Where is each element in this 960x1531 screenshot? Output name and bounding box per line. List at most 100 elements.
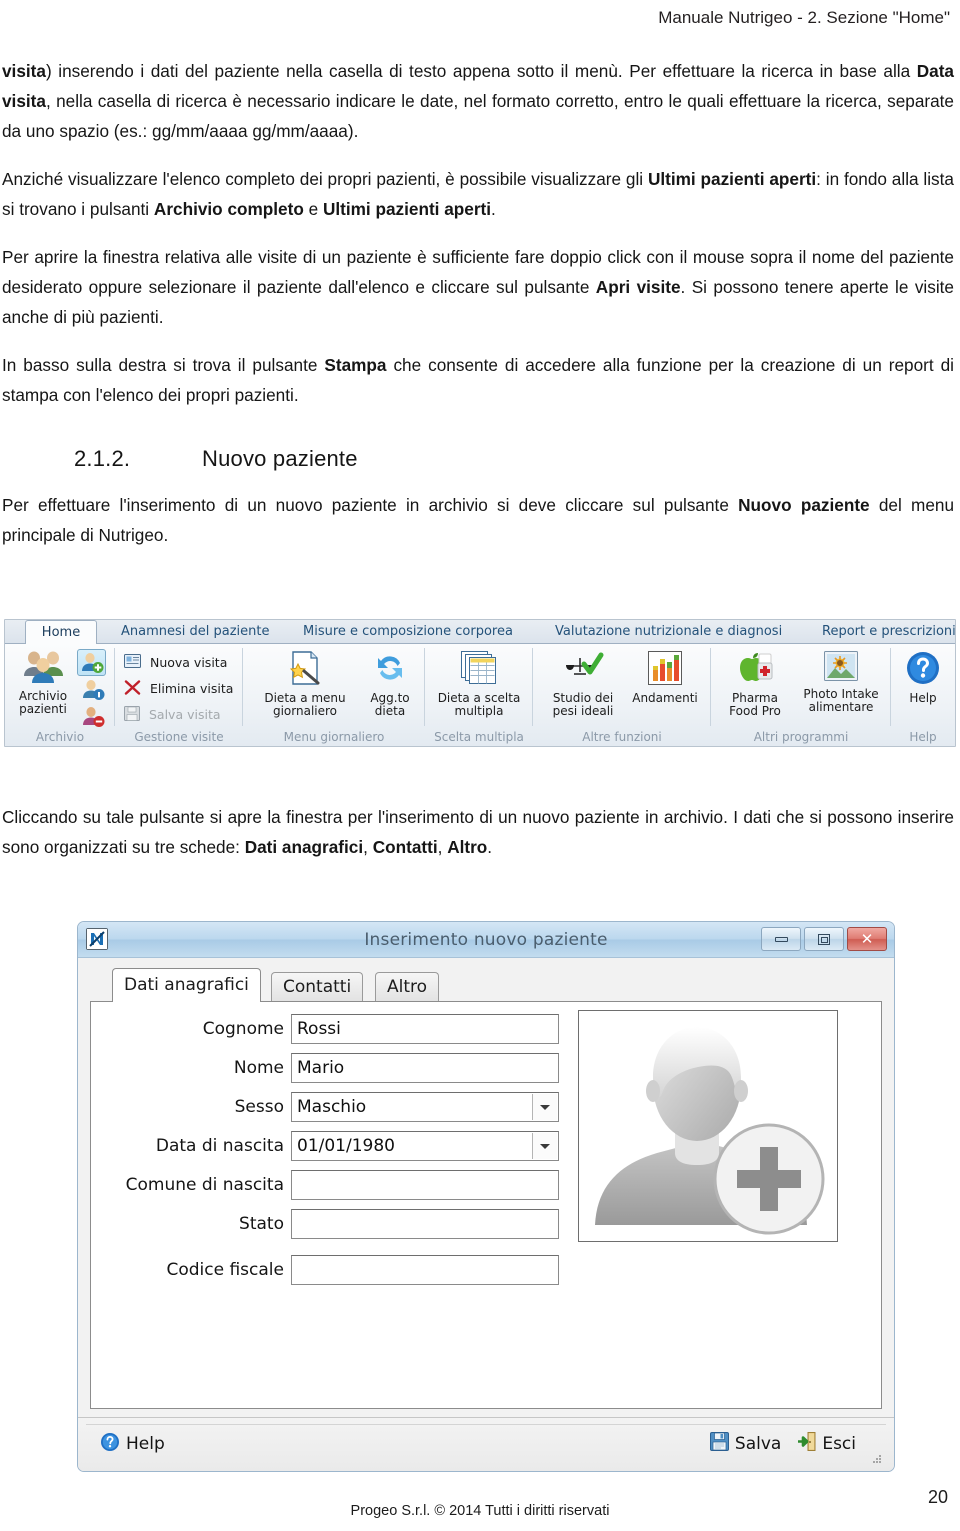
ribbon-button-andamenti[interactable]: Andamenti [627, 650, 703, 705]
section-title: Nuovo paziente [202, 446, 358, 471]
delete-person-icon [82, 706, 105, 732]
ribbon-body: Archivio pazienti Archivio Nuova visita … [5, 644, 955, 746]
ribbon-group-label-help: Help [909, 730, 937, 744]
input-comune-nascita[interactable] [291, 1170, 559, 1200]
p6-bold-contatti: Contatti [372, 837, 438, 857]
tab-contatti-label: Contatti [283, 977, 352, 997]
ribbon-button-archivio-pazienti[interactable]: Archivio pazienti [7, 650, 79, 717]
ribbon-button-pharma-food-pro[interactable]: Pharma Food Pro [719, 650, 791, 719]
people-group-icon [22, 650, 64, 688]
ribbon-group-gestione-visite: Nuova visita Elimina visita Salva visita… [115, 644, 243, 746]
page-header: Manuale Nutrigeo - 2. Sezione "Home" [0, 0, 960, 40]
ribbon-label-archivio-2: pazienti [19, 702, 67, 716]
ribbon-button-photo-intake[interactable]: Photo Intake alimentare [795, 650, 887, 715]
ribbon-tab-report[interactable]: Report e prescrizioni [810, 621, 956, 644]
ribbon-label-nuova-visita: Nuova visita [149, 654, 228, 670]
dialog-body: Dati anagrafici Contatti Altro Cognome R… [78, 958, 894, 1417]
ribbon-button-salva-visita: Salva visita [124, 706, 221, 724]
ribbon-tab-valutazione[interactable]: Valutazione nutrizionale e diagnosi [543, 621, 794, 644]
p2-bold-ultimi: Ultimi pazienti aperti [647, 169, 817, 189]
ribbon-button-dieta-menu-giornaliero[interactable]: Dieta a menu giornaliero [253, 650, 357, 719]
dialog-help-button[interactable]: Help [100, 1432, 165, 1457]
label-data-nascita: Data di nascita [155, 1136, 284, 1156]
close-button[interactable]: ✕ [847, 927, 887, 951]
ribbon-button-studio-pesi-ideali[interactable]: Studio dei pesi ideali [541, 650, 625, 719]
maximize-button[interactable] [804, 927, 844, 951]
bar-chart-icon [647, 650, 683, 690]
ribbon-button-elimina-visita[interactable]: Elimina visita [124, 680, 233, 698]
new-card-icon [124, 654, 141, 671]
dialog-exit-button[interactable]: Esci [797, 1432, 856, 1456]
p4-text-a: In basso sulla destra si trova il pulsan… [2, 355, 325, 375]
p1-bold-visita: visita [2, 61, 46, 81]
p4-bold-stampa: Stampa [324, 355, 387, 375]
add-person-icon [81, 652, 104, 678]
tab-contatti[interactable]: Contatti [271, 972, 364, 1002]
ribbon-button-modifica-paziente[interactable] [80, 679, 106, 705]
resize-grip-icon[interactable] [870, 1449, 882, 1463]
ribbon-tab-report-label: Report e prescrizioni [822, 624, 956, 639]
p5-text-a: Per effettuare l'inserimento di un nuovo… [2, 495, 739, 515]
ribbon-tab-home[interactable]: Home [25, 620, 97, 645]
datepicker-data-nascita[interactable]: 01/01/1980 [291, 1131, 559, 1161]
ribbon-group-altri-programmi: Pharma Food Pro Photo Intake alimentare [711, 644, 891, 746]
ribbon-button-help[interactable]: Help [895, 650, 951, 705]
p2-text-a: Anziché visualizzare l'elenco completo d… [2, 169, 648, 189]
ribbon-button-nuovo-paziente[interactable] [77, 649, 106, 676]
p1-text-a: ) inserendo i dati del paziente nella ca… [45, 61, 917, 81]
label-stato: Stato [239, 1214, 284, 1234]
input-nome[interactable]: Mario [291, 1053, 559, 1083]
input-cognome[interactable]: Rossi [291, 1014, 559, 1044]
input-codice-fiscale[interactable] [291, 1255, 559, 1285]
ribbon-tab-anamnesi[interactable]: Anamnesi del paziente [109, 621, 282, 644]
minimize-icon [774, 936, 788, 942]
dialog-save-label: Salva [734, 1434, 782, 1454]
ribbon-tab-strip: Home Anamnesi del paziente Misure e comp… [5, 620, 956, 645]
ribbon-group-label-archivio: Archivio [35, 730, 85, 744]
ribbon-button-dieta-scelta-multipla[interactable]: Dieta a scelta multipla [430, 650, 528, 719]
patient-photo-placeholder[interactable] [578, 1010, 838, 1242]
manual-title: Manuale Nutrigeo - 2. Sezione "Home" [658, 8, 950, 27]
dialog-save-button[interactable]: Salva [709, 1432, 782, 1456]
p2-bold-archivio: Archivio completo [153, 199, 304, 219]
ribbon-label-aggto-2: dieta [374, 704, 406, 718]
p2-bold-ultimi-2: Ultimi pazienti aperti [322, 199, 492, 219]
apple-medical-icon [736, 650, 774, 690]
p6-bold-dati-anagrafici: Dati anagrafici [244, 837, 364, 857]
tab-altro-label: Altro [387, 977, 428, 997]
chevron-down-icon[interactable] [532, 1094, 557, 1120]
ribbon-label-dieta-scelta-1: Dieta a scelta [437, 690, 521, 705]
paragraph-4: In basso sulla destra si trova il pulsan… [0, 350, 960, 410]
tab-dati-anagrafici[interactable]: Dati anagrafici [112, 968, 261, 1002]
ribbon-label-photo-2: alimentare [808, 700, 874, 714]
maximize-icon [818, 933, 830, 945]
ribbon-label-studio-pesi-1: Studio dei [552, 690, 614, 705]
ribbon-tab-home-label: Home [41, 625, 81, 640]
ribbon-button-elimina-paziente[interactable] [80, 706, 106, 732]
combo-sesso[interactable]: Maschio [291, 1092, 559, 1122]
section-heading: 2.1.2. Nuovo paziente [0, 446, 960, 472]
magic-wand-document-icon [285, 650, 325, 690]
dialog-title-bar[interactable]: Inserimento nuovo paziente ✕ [78, 922, 894, 958]
calendar-chevron-down-icon[interactable] [532, 1133, 557, 1159]
stacked-tables-icon [460, 650, 498, 690]
input-stato[interactable] [291, 1209, 559, 1239]
field-row-codice-fiscale: Codice fiscale [91, 1255, 571, 1285]
ribbon-button-nuova-visita[interactable]: Nuova visita [124, 654, 227, 671]
photo-picture-icon [823, 650, 859, 686]
tab-dati-anagrafici-label: Dati anagrafici [124, 975, 249, 995]
ribbon-group-archivio: Archivio pazienti Archivio [5, 644, 115, 746]
paragraph-3: Per aprire la finestra relativa alle vis… [0, 242, 960, 332]
tab-altro[interactable]: Altro [375, 972, 440, 1002]
ribbon-group-label-altre: Altre funzioni [582, 730, 662, 744]
minimize-button[interactable] [761, 927, 801, 951]
p6-bold-altro: Altro [447, 837, 488, 857]
label-nome: Nome [233, 1058, 284, 1078]
dialog-inserimento-nuovo-paziente: Inserimento nuovo paziente ✕ Dati anagra… [77, 921, 895, 1472]
paragraph-5: Per effettuare l'inserimento di un nuovo… [0, 490, 960, 550]
ribbon-button-aggto-dieta[interactable]: Agg.to dieta [361, 650, 419, 719]
datepicker-value: 01/01/1980 [297, 1136, 395, 1156]
section-number: 2.1.2. [74, 446, 131, 471]
ribbon-tab-misure[interactable]: Misure e composizione corporea [291, 621, 525, 644]
p6-text-b: , [363, 837, 373, 857]
